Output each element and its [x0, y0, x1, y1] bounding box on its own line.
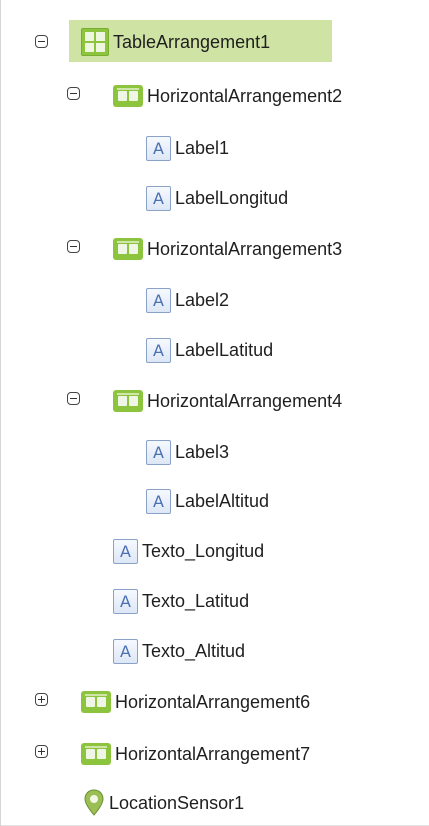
tree-item-label: Label1 [175, 137, 230, 158]
label-icon: A [146, 337, 171, 363]
tree-item-texto-latitud[interactable]: A Texto_Latitud [113, 584, 249, 618]
tree-row-labelaltitud: A LabelAltitud [1, 481, 429, 521]
label-icon: A [113, 538, 138, 564]
tree-item-label: HorizontalArrangement6 [115, 691, 311, 712]
tree-item-label: LocationSensor1 [109, 792, 245, 813]
tree-item-label3[interactable]: A Label3 [146, 435, 229, 469]
tree-row-texto-longitud: A Texto_Longitud [1, 531, 429, 571]
tree-item-labelaltitud[interactable]: A LabelAltitud [146, 484, 269, 518]
tree-item-texto-altitud[interactable]: A Texto_Altitud [113, 634, 245, 668]
tree-row-labellatitud: A LabelLatitud [1, 330, 429, 370]
tree-item-tablearrangement1[interactable]: TableArrangement1 [81, 25, 270, 59]
expand-toggle-icon[interactable] [35, 745, 48, 758]
horizontal-arrangement-icon [81, 743, 111, 765]
tree-item-label: HorizontalArrangement2 [147, 85, 343, 106]
tree-item-label: Label2 [175, 289, 230, 310]
table-arrangement-icon [81, 28, 109, 56]
tree-item-label: Texto_Altitud [142, 640, 246, 661]
tree-item-label: HorizontalArrangement3 [147, 238, 343, 259]
tree-row-horizontalarrangement4: HorizontalArrangement4 [1, 381, 429, 421]
label-icon: A [146, 185, 171, 211]
label-icon: A [146, 439, 171, 465]
tree-item-horizontalarrangement7[interactable]: HorizontalArrangement7 [81, 737, 310, 771]
horizontal-arrangement-icon [113, 238, 143, 260]
label-icon: A [113, 638, 138, 664]
tree-item-label: HorizontalArrangement4 [147, 390, 343, 411]
tree-item-labellatitud[interactable]: A LabelLatitud [146, 333, 273, 367]
tree-row-labellongitud: A LabelLongitud [1, 178, 429, 218]
tree-item-label1[interactable]: A Label1 [146, 131, 229, 165]
collapse-toggle-icon[interactable] [35, 35, 48, 48]
label-icon: A [146, 287, 171, 313]
tree-item-horizontalarrangement3[interactable]: HorizontalArrangement3 [113, 232, 342, 266]
tree-row-label1: A Label1 [1, 128, 429, 168]
tree-row-horizontalarrangement7: HorizontalArrangement7 [1, 734, 429, 774]
label-icon: A [146, 488, 171, 514]
tree-row-horizontalarrangement3: HorizontalArrangement3 [1, 229, 429, 269]
tree-item-label: Texto_Latitud [142, 590, 250, 611]
tree-item-label: TableArrangement1 [113, 31, 271, 52]
tree-item-label: HorizontalArrangement7 [115, 743, 311, 764]
collapse-toggle-icon[interactable] [67, 392, 80, 405]
tree-item-label2[interactable]: A Label2 [146, 283, 229, 317]
tree-item-label: LabelLatitud [175, 339, 274, 360]
tree-row-horizontalarrangement6: HorizontalArrangement6 [1, 682, 429, 722]
tree-item-label: Texto_Longitud [142, 540, 265, 561]
expand-toggle-icon[interactable] [35, 693, 48, 706]
tree-row-texto-altitud: A Texto_Altitud [1, 631, 429, 671]
tree-item-texto-longitud[interactable]: A Texto_Longitud [113, 534, 264, 568]
horizontal-arrangement-icon [113, 390, 143, 412]
collapse-toggle-icon[interactable] [67, 87, 80, 100]
tree-row-locationsensor1: LocationSensor1 [1, 783, 429, 823]
location-sensor-icon [84, 789, 104, 816]
tree-item-labellongitud[interactable]: A LabelLongitud [146, 181, 288, 215]
tree-item-label: LabelLongitud [175, 187, 289, 208]
tree-row-label2: A Label2 [1, 280, 429, 320]
tree-row-tablearrangement1: TableArrangement1 [1, 20, 429, 62]
label-icon: A [146, 135, 171, 161]
collapse-toggle-icon[interactable] [67, 240, 80, 253]
horizontal-arrangement-icon [81, 691, 111, 713]
tree-item-horizontalarrangement4[interactable]: HorizontalArrangement4 [113, 384, 342, 418]
horizontal-arrangement-icon [113, 85, 143, 107]
label-icon: A [113, 588, 138, 614]
tree-row-horizontalarrangement2: HorizontalArrangement2 [1, 76, 429, 116]
tree-row-label3: A Label3 [1, 432, 429, 472]
tree-row-texto-latitud: A Texto_Latitud [1, 581, 429, 621]
tree-item-horizontalarrangement2[interactable]: HorizontalArrangement2 [113, 79, 342, 113]
tree-item-label: Label3 [175, 441, 230, 462]
components-tree-panel: TableArrangement1 HorizontalArrangement2… [0, 0, 429, 826]
tree-item-label: LabelAltitud [175, 490, 270, 511]
tree-item-locationsensor1[interactable]: LocationSensor1 [83, 786, 244, 820]
tree-item-horizontalarrangement6[interactable]: HorizontalArrangement6 [81, 685, 310, 719]
